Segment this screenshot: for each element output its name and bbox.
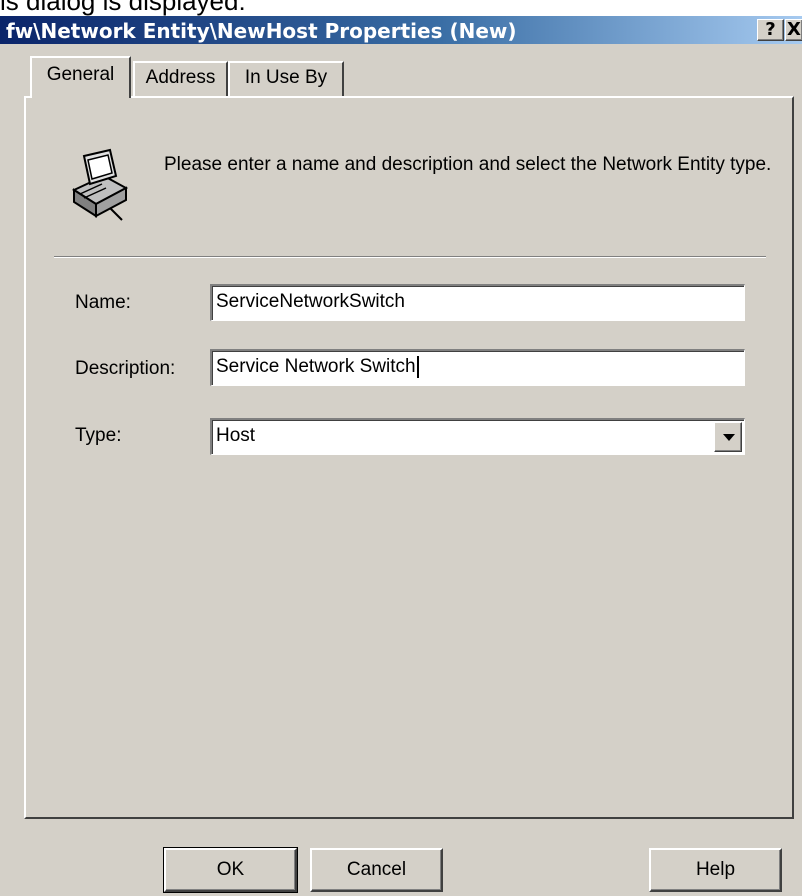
- help-icon[interactable]: ?: [757, 19, 784, 41]
- description-label: Description:: [75, 358, 176, 379]
- cancel-button[interactable]: Cancel: [310, 848, 443, 892]
- name-label: Name:: [75, 292, 131, 313]
- tab-panel-general: [24, 96, 794, 819]
- type-value: Host: [216, 425, 256, 446]
- title-bar[interactable]: fw\Network Entity\NewHost Properties (Ne…: [0, 16, 802, 44]
- intro-text: Please enter a name and description and …: [164, 154, 772, 175]
- caption-fragment: is dialog is displayed:: [0, 0, 802, 16]
- name-value: ServiceNetworkSwitch: [216, 291, 405, 312]
- caption-text: is dialog is displayed:: [0, 0, 246, 16]
- network-entity-icon: [71, 148, 129, 221]
- tab-in-use-by[interactable]: In Use By: [228, 61, 344, 96]
- description-field[interactable]: Service Network Switch: [210, 349, 745, 386]
- help-button[interactable]: Help: [649, 848, 782, 892]
- description-value: Service Network Switch: [216, 356, 416, 377]
- text-caret: [416, 355, 419, 378]
- type-select[interactable]: Host: [210, 418, 745, 455]
- divider: [54, 256, 766, 258]
- tab-general[interactable]: General: [30, 56, 131, 98]
- close-icon[interactable]: X: [785, 19, 802, 41]
- ok-button[interactable]: OK: [163, 847, 298, 893]
- name-field[interactable]: ServiceNetworkSwitch: [210, 284, 745, 321]
- chevron-down-icon[interactable]: [714, 422, 742, 452]
- properties-dialog: fw\Network Entity\NewHost Properties (Ne…: [0, 16, 802, 896]
- tab-address[interactable]: Address: [133, 61, 228, 96]
- type-label: Type:: [75, 425, 122, 446]
- window-title: fw\Network Entity\NewHost Properties (Ne…: [6, 19, 517, 43]
